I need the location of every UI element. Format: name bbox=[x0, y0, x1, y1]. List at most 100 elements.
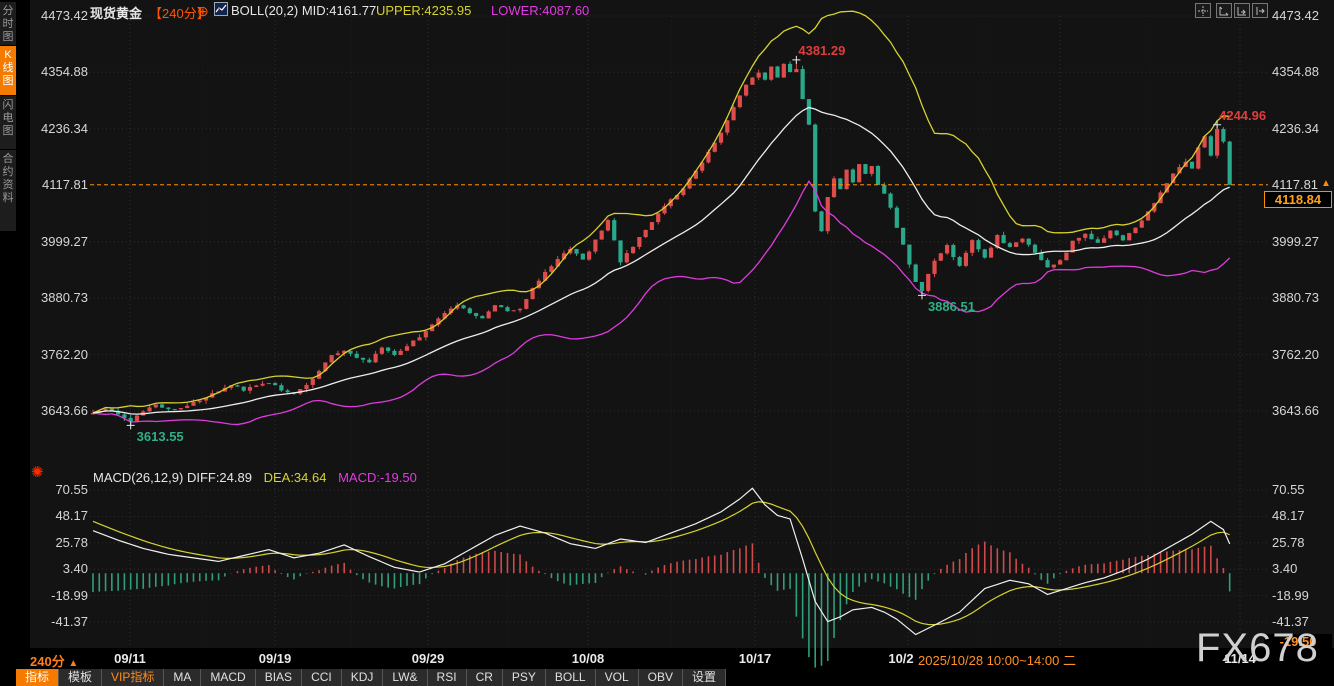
zoom-y-axis-icon[interactable] bbox=[1234, 3, 1250, 18]
toolbar-item-vol[interactable]: VOL bbox=[595, 669, 639, 686]
candle-body bbox=[794, 69, 799, 73]
candle-body bbox=[599, 230, 604, 240]
zoom-x-axis-icon[interactable] bbox=[1216, 3, 1232, 18]
current-price-box: 4118.84 bbox=[1264, 190, 1332, 208]
candle-body bbox=[800, 69, 805, 100]
candle-body bbox=[593, 239, 598, 252]
candle-body bbox=[486, 311, 491, 319]
candle-body bbox=[857, 164, 862, 183]
candle-body bbox=[159, 404, 165, 408]
candle-body bbox=[957, 257, 962, 266]
candle-body bbox=[172, 408, 177, 410]
sidebar-item-label: K线图 bbox=[2, 49, 14, 87]
candle-body bbox=[630, 246, 636, 254]
candle-body bbox=[404, 346, 410, 351]
toolbar-item-kdj[interactable]: KDJ bbox=[341, 669, 384, 686]
toolbar-item-cr[interactable]: CR bbox=[466, 669, 503, 686]
candle-body bbox=[813, 124, 818, 212]
candle-body bbox=[266, 383, 271, 385]
candle-body bbox=[1064, 252, 1069, 261]
candle-body bbox=[618, 240, 623, 263]
candle-body bbox=[750, 77, 755, 85]
candle-body bbox=[976, 240, 981, 250]
toolbar-item-settings[interactable]: 设置 bbox=[682, 669, 726, 686]
alarm-icon[interactable]: ✺ bbox=[31, 463, 44, 481]
boll-lower-line bbox=[92, 180, 1231, 426]
candle-body bbox=[505, 307, 510, 312]
candle-body bbox=[806, 99, 812, 125]
price-up-arrow-icon: ▲ bbox=[1321, 178, 1331, 190]
toolbar-item-bias[interactable]: BIAS bbox=[255, 669, 303, 686]
candle-body bbox=[285, 390, 290, 393]
candle-body bbox=[756, 72, 761, 78]
candle-body bbox=[882, 184, 887, 194]
price-axis-tick-left: 3999.27 bbox=[41, 233, 88, 249]
price-axis-tick-left: 4473.42 bbox=[41, 8, 88, 23]
candle-body bbox=[1051, 264, 1056, 268]
period-selector[interactable]: 240分 ▲ bbox=[30, 651, 78, 670]
candle-body bbox=[1089, 233, 1094, 240]
candle-body bbox=[511, 310, 516, 312]
candle-body bbox=[831, 178, 837, 198]
candle-body bbox=[1127, 233, 1132, 241]
expand-icon[interactable]: ⊕ bbox=[197, 3, 209, 20]
candle-body bbox=[241, 386, 246, 391]
candle-body bbox=[517, 308, 523, 311]
price-axis-tick-right: 3880.73 bbox=[1272, 290, 1319, 306]
candle-body bbox=[649, 222, 655, 230]
date-axis-label: 09/29 bbox=[411, 651, 445, 666]
candle-body bbox=[166, 407, 171, 409]
price-axis-tick-right: 3643.66 bbox=[1272, 403, 1319, 418]
candle-body bbox=[1227, 141, 1232, 185]
left-sidebar: 分时图 K线图 闪电图 合约资料 bbox=[0, 0, 16, 686]
toolbar-item-rsi[interactable]: RSI bbox=[427, 669, 467, 686]
candle-body bbox=[260, 383, 265, 386]
candle-body bbox=[1139, 220, 1144, 228]
macd-diff-value: DIFF:24.89 bbox=[186, 470, 252, 485]
sidebar-item-lightning[interactable]: 闪电图 bbox=[0, 96, 16, 149]
candle-body bbox=[153, 404, 158, 408]
candle-body bbox=[417, 337, 422, 341]
candle-body bbox=[367, 359, 372, 363]
candle-body bbox=[273, 383, 278, 386]
candle-body bbox=[888, 193, 893, 208]
pan-icon[interactable] bbox=[1195, 3, 1211, 18]
candle-body bbox=[524, 299, 529, 309]
toolbar-item-lw[interactable]: LW& bbox=[383, 669, 428, 686]
sidebar-item-contract-info[interactable]: 合约资料 bbox=[0, 150, 16, 231]
candle-body bbox=[769, 66, 774, 80]
candle-body bbox=[1014, 242, 1019, 247]
toolbar-item-ma[interactable]: MA bbox=[164, 669, 202, 686]
candle-body bbox=[838, 178, 843, 190]
toolbar-item-macd[interactable]: MACD bbox=[201, 669, 256, 686]
sidebar-item-timeline[interactable]: 分时图 bbox=[0, 2, 16, 45]
toolbar-item-indicator[interactable]: 指标 bbox=[16, 669, 60, 686]
macd-axis-tick-left: -18.99 bbox=[51, 587, 88, 603]
candle-body bbox=[944, 245, 950, 254]
candle-body bbox=[379, 347, 384, 354]
candle-body bbox=[423, 331, 428, 338]
candle-body bbox=[869, 166, 874, 174]
candle-body bbox=[919, 281, 925, 291]
toolbar-item-template[interactable]: 模板 bbox=[59, 669, 103, 686]
date-axis-label: 10/08 bbox=[571, 651, 605, 666]
candle-body bbox=[844, 169, 849, 190]
shift-right-icon[interactable] bbox=[1252, 3, 1268, 18]
toolbar-item-psy[interactable]: PSY bbox=[502, 669, 546, 686]
toolbar-item-obv[interactable]: OBV bbox=[638, 669, 683, 686]
candle-body bbox=[1189, 161, 1195, 169]
price-axis-tick-right: 4354.88 bbox=[1272, 64, 1319, 80]
candle-body bbox=[1120, 235, 1126, 241]
candle-body bbox=[467, 308, 472, 314]
macd-axis-tick-right: 25.78 bbox=[1272, 534, 1305, 550]
main-chart[interactable] bbox=[0, 0, 1334, 686]
candle-body bbox=[762, 72, 768, 80]
sidebar-item-kline[interactable]: K线图 bbox=[0, 46, 16, 95]
period-dropdown-arrow-icon: ▲ bbox=[68, 658, 79, 669]
macd-dea-value: DEA:34.64 bbox=[263, 470, 327, 485]
candle-body bbox=[580, 253, 585, 260]
toolbar-item-boll[interactable]: BOLL bbox=[545, 669, 596, 686]
toolbar-item-cci[interactable]: CCI bbox=[302, 669, 342, 686]
toolbar-item-vip-indicator[interactable]: VIP指标 bbox=[102, 669, 165, 686]
candle-body bbox=[1101, 238, 1107, 243]
